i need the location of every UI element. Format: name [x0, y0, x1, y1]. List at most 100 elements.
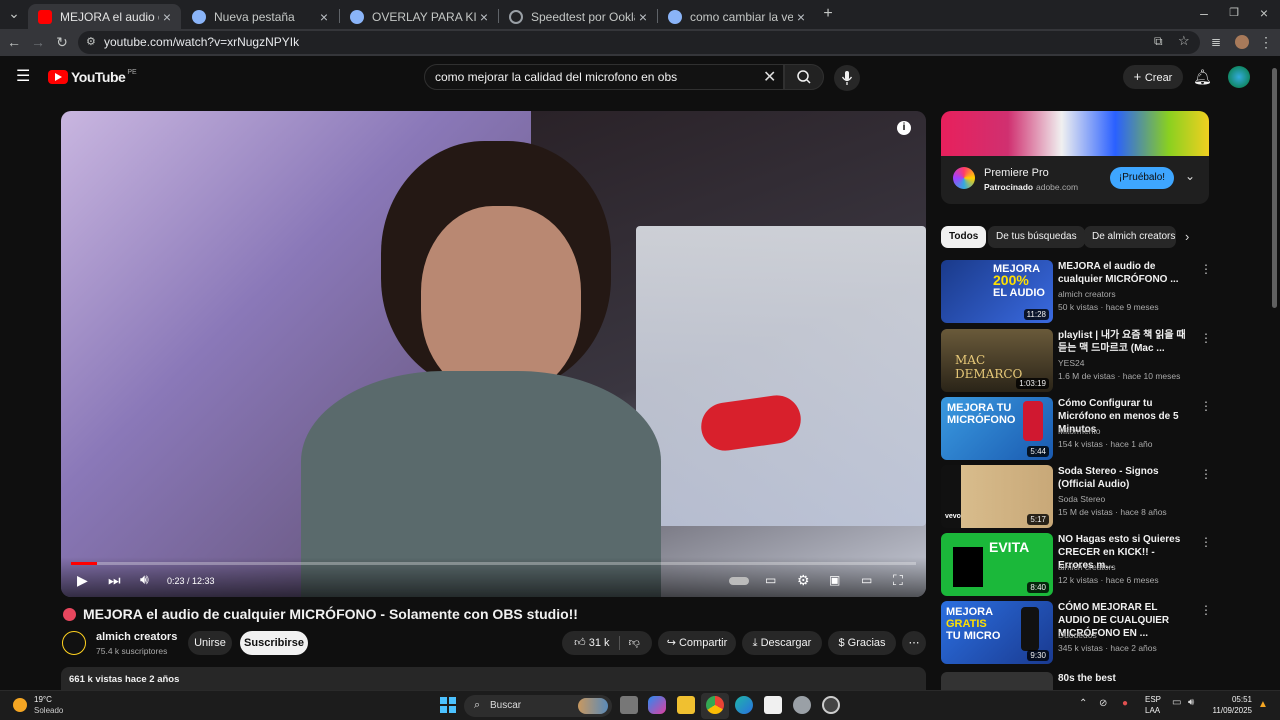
- recommendation-item[interactable]: MEJORA 200% EL AUDIO 11:28 MEJORA el audio…: [941, 260, 1212, 324]
- recommendation-thumbnail[interactable]: EVITA 8:40: [941, 533, 1053, 596]
- chrome-icon[interactable]: [706, 696, 724, 714]
- close-window-icon[interactable]: ×: [1254, 1, 1274, 26]
- create-button[interactable]: + Crear: [1123, 65, 1183, 89]
- chip-from-channel[interactable]: De almich creators: [1084, 226, 1176, 248]
- store-icon[interactable]: [764, 696, 782, 714]
- recommendation-thumbnail[interactable]: MEJORA 200% EL AUDIO 11:28: [941, 260, 1053, 323]
- taskbar-search-box[interactable]: ⌕ Buscar: [464, 695, 612, 717]
- volume-icon[interactable]: 🔊︎: [1188, 697, 1194, 708]
- scrollbar-thumb[interactable]: [1272, 68, 1277, 308]
- account-avatar[interactable]: [1228, 66, 1250, 88]
- close-tab-icon[interactable]: ×: [793, 9, 809, 25]
- ad-card[interactable]: Premiere Pro Patrocinado · adobe.com ¡Pr…: [941, 111, 1209, 204]
- new-tab-plus-icon[interactable]: +: [818, 1, 838, 26]
- channel-avatar[interactable]: [62, 631, 86, 655]
- subscribe-button[interactable]: Suscribirse: [240, 631, 308, 655]
- recommendation-thumbnail[interactable]: MEJORA TU MICRÓFONO 5:44: [941, 397, 1053, 460]
- recommendation-thumbnail[interactable]: MEJORA GRATIS TU MICRO 9:30: [941, 601, 1053, 664]
- mute-notification-icon[interactable]: ⊘: [1099, 698, 1107, 709]
- recommendation-thumbnail[interactable]: MAC DEMARCO 1:03:19: [941, 329, 1053, 392]
- clock-time[interactable]: 05:51: [1230, 695, 1252, 704]
- info-icon[interactable]: i: [897, 121, 911, 135]
- edge-icon[interactable]: [735, 696, 753, 714]
- chip-from-searches[interactable]: De tus búsquedas: [988, 226, 1085, 248]
- recommendation-item[interactable]: vevo 5:17 Soda Stereo - Signos (Official…: [941, 465, 1212, 529]
- more-options-icon[interactable]: ⋮: [1200, 331, 1212, 345]
- more-options-icon[interactable]: ⋮: [1200, 603, 1212, 617]
- weather-sun-icon[interactable]: [13, 698, 27, 712]
- join-button[interactable]: Unirse: [188, 631, 232, 655]
- tab-velocidad[interactable]: como cambiar la velocidad de su ×: [658, 4, 815, 29]
- close-tab-icon[interactable]: ×: [316, 9, 332, 25]
- tab-youtube[interactable]: MEJORA el audio de cualquier ×: [28, 4, 181, 29]
- voice-search-button[interactable]: [834, 65, 860, 91]
- more-options-icon[interactable]: ⋮: [1200, 262, 1212, 276]
- close-tab-icon[interactable]: ×: [476, 9, 492, 25]
- ad-banner-image[interactable]: [941, 111, 1209, 156]
- subtitles-icon[interactable]: ▭: [765, 573, 776, 587]
- more-actions-icon[interactable]: ⋯: [902, 631, 926, 655]
- obs-icon[interactable]: [822, 696, 840, 714]
- recommendation-thumbnail[interactable]: [941, 672, 1053, 690]
- settings-gear-icon[interactable]: ⚙: [797, 572, 810, 589]
- reload-icon[interactable]: ↻: [52, 29, 72, 56]
- minimize-window-icon[interactable]: –: [1194, 1, 1214, 26]
- youtube-logo[interactable]: YouTube PE: [48, 69, 137, 85]
- download-button[interactable]: ⤓ Descargar: [742, 631, 822, 655]
- tab-search-icon[interactable]: ⌄: [4, 1, 24, 26]
- windows-start-icon[interactable]: [440, 697, 456, 713]
- theater-mode-icon[interactable]: ▭: [861, 573, 872, 587]
- ad-cta-button[interactable]: ¡Pruébalo!: [1110, 167, 1174, 189]
- weather-temp[interactable]: 19°C: [34, 695, 52, 704]
- tab-speedtest[interactable]: Speedtest por Ookla - La prueba ×: [499, 4, 657, 29]
- next-video-icon[interactable]: ⏭︎: [108, 572, 121, 589]
- chip-all[interactable]: Todos: [941, 226, 987, 248]
- clock-date[interactable]: 11/09/2025: [1210, 706, 1252, 715]
- autoplay-toggle[interactable]: [729, 577, 749, 585]
- search-input[interactable]: como mejorar la calidad del microfono en…: [424, 64, 784, 90]
- back-arrow-icon[interactable]: ←: [4, 29, 24, 56]
- video-player[interactable]: i ▶ ⏭︎ 🔊︎ 0:23 / 12:33 ▭ ⚙ ▣ ▭ ⛶: [61, 111, 926, 597]
- like-count[interactable]: 31 k: [589, 637, 610, 649]
- progress-bar[interactable]: [71, 562, 916, 565]
- profile-avatar[interactable]: [1235, 35, 1249, 49]
- hamburger-menu-icon[interactable]: ☰: [16, 68, 32, 86]
- site-info-icon[interactable]: ⚙: [86, 35, 96, 48]
- fullscreen-icon[interactable]: ⛶: [893, 572, 903, 589]
- show-hidden-icons-chevron-icon[interactable]: ⌃: [1079, 698, 1087, 709]
- volume-icon[interactable]: 🔊︎: [140, 571, 149, 588]
- chips-next-chevron-icon[interactable]: ›: [1185, 229, 1189, 244]
- recommendation-item[interactable]: 80s the best: [941, 672, 1211, 690]
- recommendation-item[interactable]: MEJORA GRATIS TU MICRO 9:30 CÓMO MEJORAR E…: [941, 601, 1212, 665]
- share-button[interactable]: ↪ Compartir: [658, 631, 736, 655]
- weather-desc[interactable]: Soleado: [34, 706, 63, 715]
- microphone-in-use-icon[interactable]: ●: [1122, 698, 1128, 709]
- more-options-icon[interactable]: ⋮: [1200, 399, 1212, 413]
- close-tab-icon[interactable]: ×: [635, 9, 651, 25]
- dislike-icon[interactable]: 👎︎: [629, 637, 640, 649]
- media-controls-icon[interactable]: ≣: [1206, 29, 1226, 56]
- recommendation-item[interactable]: EVITA 8:40 NO Hagas esto si Quieres CREC…: [941, 533, 1212, 597]
- bookmark-star-icon[interactable]: ☆: [1178, 33, 1190, 49]
- recommendation-item[interactable]: MEJORA TU MICRÓFONO 5:44 Cómo Configurar …: [941, 397, 1212, 461]
- browser-menu-icon[interactable]: ⋮: [1256, 29, 1276, 56]
- keyboard-layout[interactable]: LAA: [1145, 706, 1160, 715]
- search-button[interactable]: [784, 64, 824, 90]
- more-options-icon[interactable]: ⋮: [1200, 467, 1212, 481]
- network-icon[interactable]: ▭: [1172, 697, 1181, 708]
- play-icon[interactable]: ▶: [77, 572, 88, 589]
- like-icon[interactable]: 👍︎: [574, 637, 589, 649]
- more-options-icon[interactable]: ⋮: [1200, 535, 1212, 549]
- address-bar[interactable]: ⚙ youtube.com/watch?v=xrNugzNPYIk ⧉ ☆: [78, 31, 1200, 54]
- notifications-bell-icon[interactable]: 🔔︎: [1193, 68, 1212, 86]
- file-explorer-icon[interactable]: [677, 696, 695, 714]
- page-scrollbar[interactable]: [1271, 60, 1278, 690]
- channel-name[interactable]: almich creators: [96, 631, 177, 643]
- install-app-icon[interactable]: ⧉: [1154, 34, 1163, 49]
- recommendation-item[interactable]: MAC DEMARCO 1:03:19 playlist | 내가 요즘 책 읽…: [941, 329, 1212, 393]
- forward-arrow-icon[interactable]: →: [28, 29, 48, 56]
- clear-search-icon[interactable]: ✕: [763, 67, 776, 87]
- copilot-icon[interactable]: [648, 696, 666, 714]
- recommendation-thumbnail[interactable]: vevo 5:17: [941, 465, 1053, 528]
- settings-gear-icon[interactable]: [793, 696, 811, 714]
